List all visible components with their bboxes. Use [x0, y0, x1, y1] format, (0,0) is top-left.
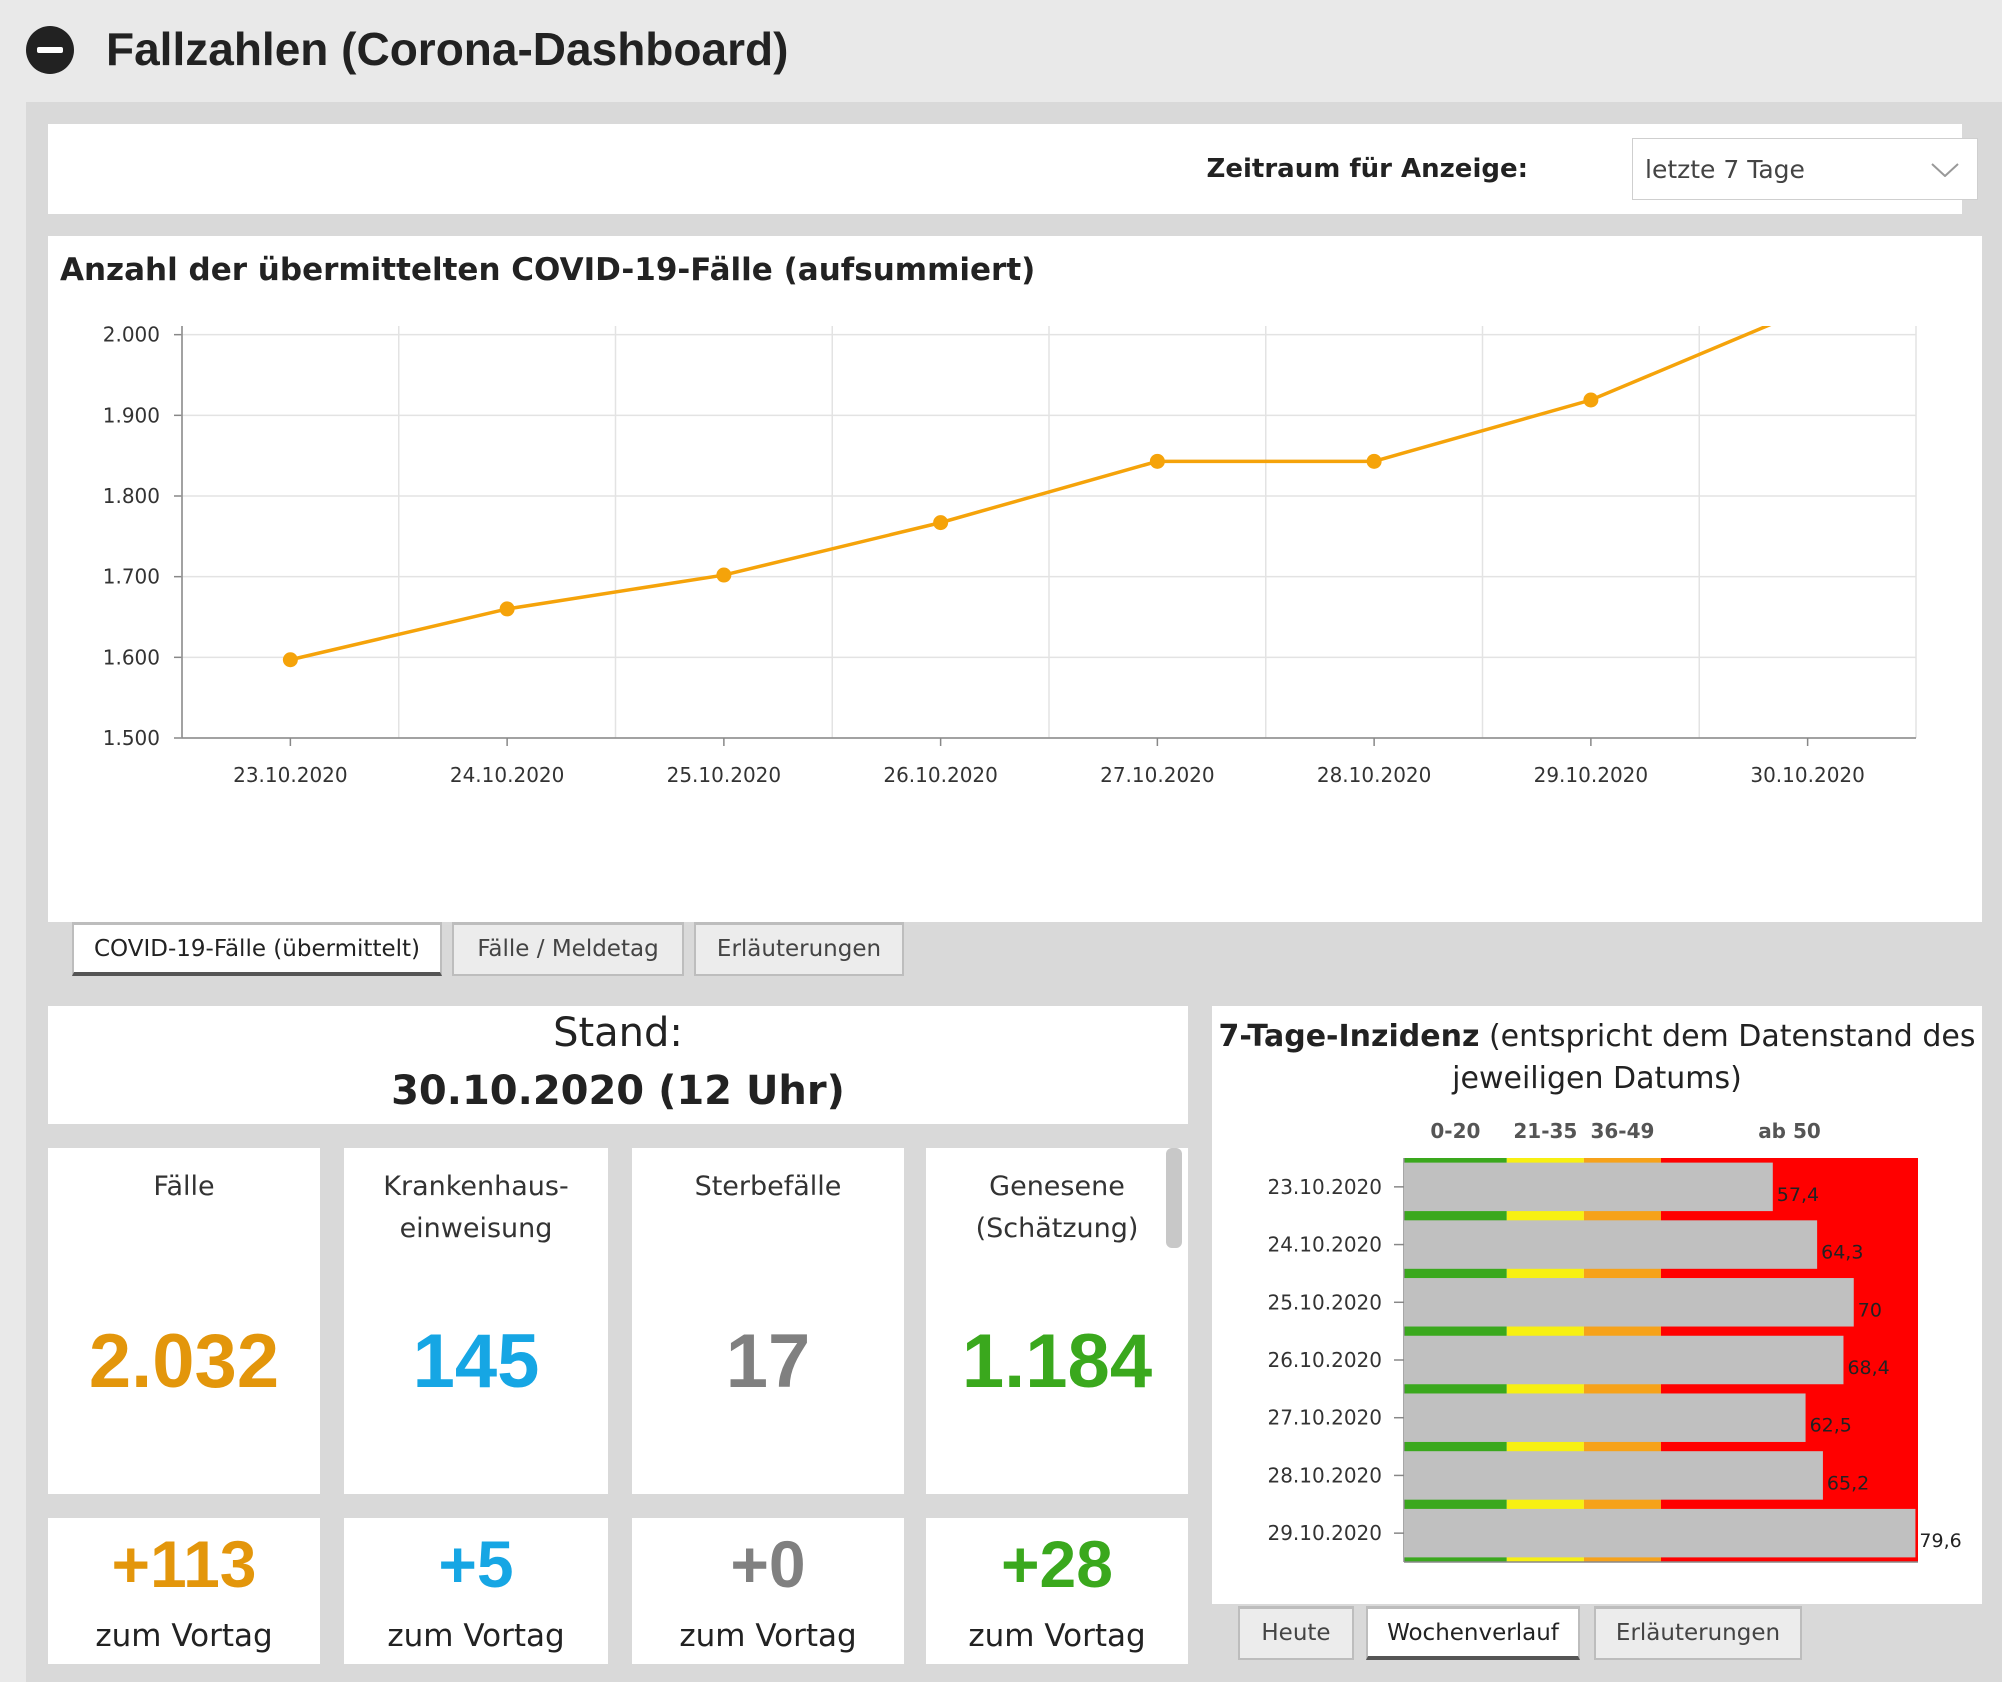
y-tick-label: 28.10.2020 [1267, 1463, 1382, 1487]
incidence-card: 7-Tage-Inzidenz (entspricht dem Datensta… [1212, 1006, 1982, 1604]
incidence-bar [1404, 1162, 1773, 1212]
y-tick-label: 1.700 [103, 565, 160, 589]
delta-value: +113 [111, 1527, 257, 1601]
band-label: ab 50 [1758, 1119, 1821, 1143]
x-tick-label: 28.10.2020 [1317, 763, 1432, 787]
data-point [1583, 392, 1599, 408]
cumulative-cases-line-chart: 1.5001.6001.7001.8001.9002.0002.10023.10… [103, 326, 1917, 787]
x-tick-label: 24.10.2020 [450, 763, 565, 787]
data-point [716, 567, 732, 583]
tab-weekly[interactable]: Wochenverlauf [1366, 1606, 1580, 1660]
incidence-bar [1404, 1393, 1806, 1442]
stat-value: 145 [412, 1319, 540, 1404]
stat-value: 1.184 [961, 1319, 1153, 1404]
bar-value-label: 62,5 [1810, 1415, 1852, 1437]
period-select[interactable]: letzte 7 Tage [1632, 138, 1978, 200]
delta-value: +5 [438, 1527, 514, 1601]
y-tick-label: 2.000 [103, 326, 160, 347]
y-tick-label: 25.10.2020 [1267, 1290, 1382, 1314]
period-select-value: letzte 7 Tage [1645, 155, 1805, 184]
bar-value-label: 65,2 [1827, 1472, 1869, 1494]
stat-value: 2.032 [88, 1319, 280, 1404]
stat-label: Genesene (Schätzung) [975, 1171, 1139, 1244]
y-tick-label: 1.900 [103, 403, 160, 427]
tab-incidence-explanations[interactable]: Erläuterungen [1594, 1606, 1802, 1660]
bar-value-label: 64,3 [1821, 1242, 1863, 1264]
delta-label: zum Vortag [387, 1618, 565, 1654]
incidence-bar-chart: 0-20 21-35 36-49 ab 50 23.10.2020 57,4 24.10.2… [1267, 1119, 1962, 1563]
chart-title: Anzahl der übermittelten COVID-19-Fälle … [60, 252, 1036, 288]
delta-label: zum Vortag [968, 1618, 1146, 1654]
data-point [282, 652, 298, 668]
delta-label: zum Vortag [679, 1618, 857, 1654]
incidence-bar [1404, 1220, 1818, 1269]
delta-value: +28 [1001, 1527, 1113, 1601]
chevron-down-icon [1931, 163, 1959, 177]
tab-explanations[interactable]: Erläuterungen [694, 922, 904, 976]
y-tick-label: 24.10.2020 [1267, 1233, 1382, 1257]
x-tick-label: 29.10.2020 [1534, 763, 1649, 787]
delta-value: +0 [730, 1527, 806, 1601]
y-tick-label: 1.800 [103, 484, 160, 508]
bar-value-label: 70 [1858, 1299, 1882, 1321]
tab-cases-per-day[interactable]: Fälle / Meldetag [452, 922, 684, 976]
scrollbar-thumb[interactable] [1166, 1148, 1182, 1248]
minus-circle-icon[interactable] [26, 26, 74, 74]
stat-label: Fälle [153, 1171, 215, 1202]
page-title: Fallzahlen (Corona-Dashboard) [106, 23, 789, 75]
x-tick-label: 27.10.2020 [1100, 763, 1215, 787]
tab-covid-cases[interactable]: COVID-19-Fälle (übermittelt) [72, 922, 442, 976]
delta-card: +113 zum Vortag [48, 1518, 320, 1664]
period-label: Zeitraum für Anzeige: [1206, 154, 1529, 184]
delta-label: zum Vortag [95, 1618, 273, 1654]
x-tick-label: 25.10.2020 [667, 763, 782, 787]
y-tick-label: 26.10.2020 [1267, 1348, 1382, 1372]
status-label: Stand: [553, 1010, 683, 1056]
stat-card: Fälle 2.032 [48, 1148, 320, 1494]
data-point [499, 601, 515, 617]
y-tick-label: 23.10.2020 [1267, 1175, 1382, 1199]
stat-value: 17 [725, 1319, 811, 1404]
y-tick-label: 1.500 [103, 726, 160, 750]
x-tick-label: 30.10.2020 [1750, 763, 1865, 787]
incidence-title-rest: (entspricht dem Datenstand des jeweilige… [1452, 1019, 1976, 1096]
incidence-title-bold: 7-Tage-Inzidenz [1218, 1019, 1480, 1054]
data-point [1366, 453, 1382, 469]
status-card: Stand: 30.10.2020 (12 Uhr) [48, 1006, 1188, 1124]
data-point [933, 515, 949, 531]
x-tick-label: 23.10.2020 [233, 763, 348, 787]
incidence-bar [1404, 1508, 1916, 1558]
y-tick-label: 27.10.2020 [1267, 1406, 1382, 1430]
x-tick-label: 26.10.2020 [883, 763, 998, 787]
band-label: 36-49 [1590, 1119, 1654, 1143]
stat-label: Krankenhaus- einweisung [383, 1171, 569, 1244]
y-tick-label: 1.600 [103, 645, 160, 669]
stat-card: Sterbefälle 17 [632, 1148, 904, 1494]
incidence-bar [1404, 1335, 1844, 1385]
filter-bar: Zeitraum für Anzeige: letzte 7 Tage [48, 124, 1978, 214]
stat-card: Genesene (Schätzung) 1.184 [926, 1148, 1188, 1494]
bar-value-label: 57,4 [1777, 1184, 1819, 1206]
incidence-bar [1404, 1278, 1854, 1327]
delta-card: +28 zum Vortag [926, 1518, 1188, 1664]
status-date: 30.10.2020 (12 Uhr) [391, 1068, 845, 1114]
stat-label: Sterbefälle [694, 1171, 842, 1202]
delta-card: +5 zum Vortag [344, 1518, 608, 1664]
delta-card: +0 zum Vortag [632, 1518, 904, 1664]
incidence-title: 7-Tage-Inzidenz (entspricht dem Datensta… [1212, 1016, 1982, 1100]
bar-value-label: 79,6 [1919, 1530, 1961, 1552]
incidence-bar [1404, 1451, 1823, 1500]
bar-value-label: 68,4 [1847, 1357, 1889, 1379]
band-label: 0-20 [1430, 1119, 1480, 1143]
band-label: 21-35 [1513, 1119, 1577, 1143]
tab-today[interactable]: Heute [1238, 1606, 1354, 1660]
stat-card: Krankenhaus- einweisung 145 [344, 1148, 608, 1494]
cases-chart-card: Anzahl der übermittelten COVID-19-Fälle … [48, 236, 1982, 922]
y-tick-label: 29.10.2020 [1267, 1521, 1382, 1545]
data-point [1149, 453, 1165, 469]
